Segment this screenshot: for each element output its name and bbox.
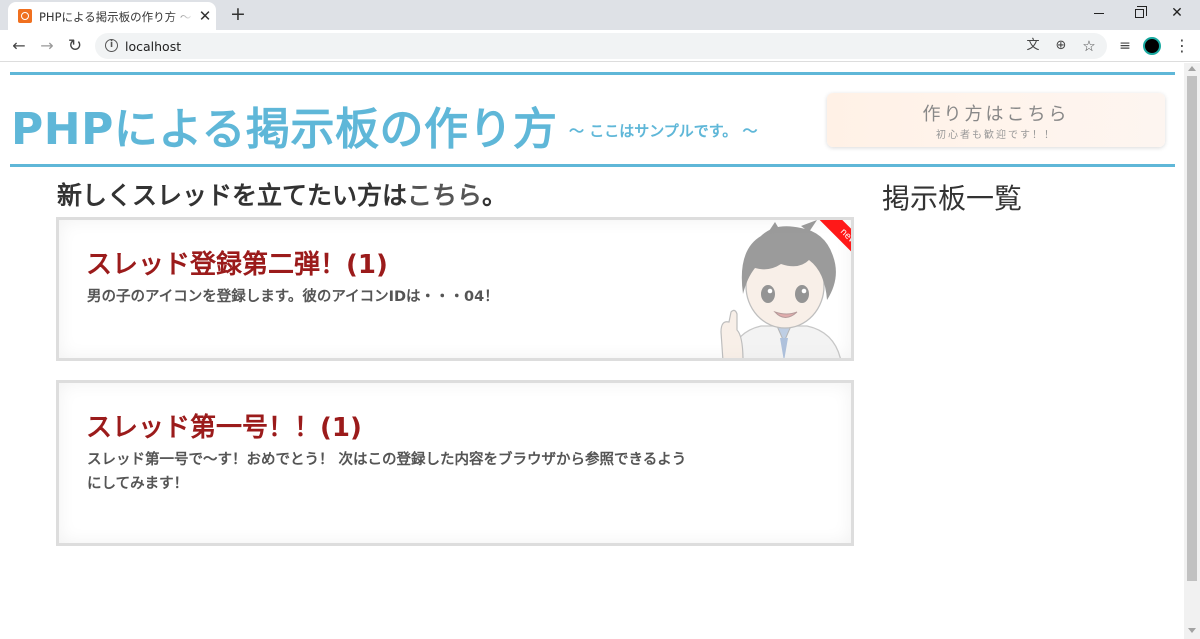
header-top-divider [10,72,1175,75]
vertical-scrollbar[interactable] [1184,63,1200,639]
thread-body: スレッド第一号で～す！おめでとう！ 次はこの登録した内容をブラウザから参照できる… [87,452,687,492]
howto-subtitle: 初心者も歓迎です！！ [936,130,1056,141]
new-thread-suffix: 。 [482,181,508,210]
thread-title[interactable]: スレッド第一号！！(1) [86,407,362,444]
restore-icon[interactable] [1127,3,1151,23]
kebab-menu-icon[interactable]: ⋮ [1172,36,1192,56]
scrollbar-thumb[interactable] [1187,76,1197,581]
tab-close-icon[interactable]: ✕ [197,8,213,24]
header-bottom-divider [10,164,1175,167]
info-icon[interactable]: i [105,39,118,52]
new-tab-icon[interactable]: + [228,4,248,24]
page-title: PHPによる掲示板の作り方 [11,104,558,155]
back-arrow-icon[interactable]: ← [8,35,30,57]
page-subtitle: ～ ここはサンプルです。 ～ [569,122,758,140]
translate-icon[interactable]: 文 [1024,37,1042,55]
new-thread-link[interactable]: こちら [407,181,482,210]
url-text[interactable]: localhost [125,39,181,54]
window-close-icon[interactable]: ✕ [1165,3,1189,23]
thread-card[interactable]: スレッド登録第二弾！(1) 男の子のアイコンを登録します。彼のアイコンIDは・・… [56,217,854,361]
address-bar[interactable]: i localhost 文 ⊕ ☆ [95,33,1107,59]
howto-title: 作り方はこちら [922,104,1070,125]
board-list-title: 掲示板一覧 [882,182,1023,215]
scroll-up-arrow-icon[interactable] [1188,66,1196,71]
profile-avatar-icon[interactable] [1143,37,1161,55]
xampp-favicon-icon [18,9,32,23]
thread-body: 男の子のアイコンを登録します。彼のアイコンIDは・・・04！ [87,289,499,305]
new-thread-prefix: 新しくスレッドを立てたい方は [57,181,408,210]
page-viewport: PHPによる掲示板の作り方 ～ ここはサンプルです。 ～ 作り方はこちら 初心者… [0,63,1200,639]
browser-tab[interactable]: PHPによる掲示板の作り方 ～ここは ✕ [8,2,216,30]
bookmark-star-icon[interactable]: ☆ [1080,37,1098,55]
forward-arrow-icon[interactable]: → [36,35,58,57]
tab-strip: PHPによる掲示板の作り方 ～ここは ✕ + ✕ [0,0,1200,30]
reload-icon[interactable]: ↻ [64,35,86,57]
new-thread-heading: 新しくスレッドを立てたい方はこちら。 [57,176,507,212]
thread-title[interactable]: スレッド登録第二弾！(1) [86,244,388,281]
new-badge: new [807,220,851,277]
minimize-icon[interactable] [1087,3,1111,23]
scroll-down-arrow-icon[interactable] [1188,628,1196,633]
thread-card[interactable]: スレッド第一号！！(1) スレッド第一号で～す！おめでとう！ 次はこの登録した内… [56,380,854,546]
new-badge-label: new [817,220,851,268]
browser-toolbar: ← → ↻ i localhost 文 ⊕ ☆ ≡ ⋮ [0,30,1200,62]
zoom-icon[interactable]: ⊕ [1052,37,1070,55]
media-control-icon[interactable]: ≡ [1115,36,1135,56]
howto-button[interactable]: 作り方はこちら 初心者も歓迎です！！ [827,93,1165,147]
